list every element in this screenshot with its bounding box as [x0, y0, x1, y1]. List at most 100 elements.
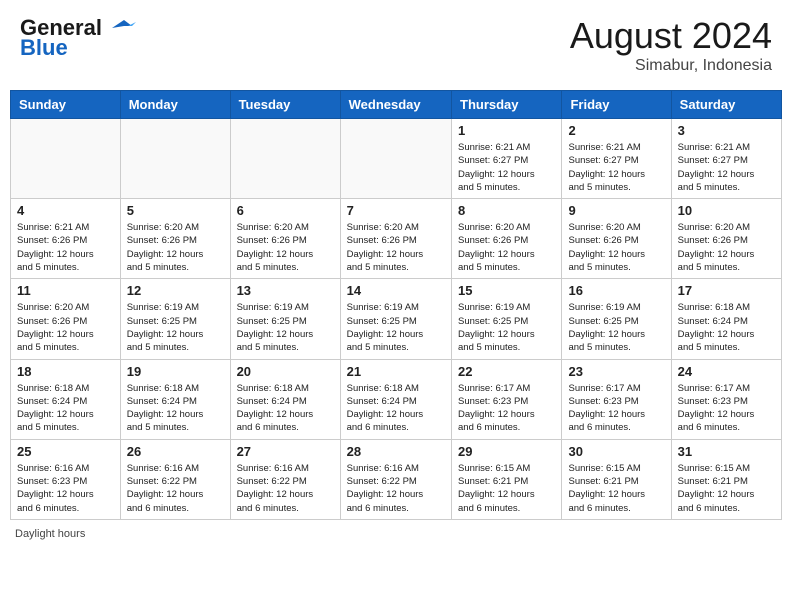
day-info: Sunrise: 6:15 AM Sunset: 6:21 PM Dayligh…: [678, 462, 775, 515]
day-number: 11: [17, 283, 114, 298]
day-number: 3: [678, 123, 775, 138]
day-info: Sunrise: 6:18 AM Sunset: 6:24 PM Dayligh…: [237, 382, 334, 435]
day-info: Sunrise: 6:15 AM Sunset: 6:21 PM Dayligh…: [458, 462, 555, 515]
day-number: 10: [678, 203, 775, 218]
daylight-label: Daylight hours: [15, 528, 85, 540]
calendar-cell: 6 Sunrise: 6:20 AM Sunset: 6:26 PM Daylig…: [230, 199, 340, 279]
logo-blue-text: Blue: [20, 35, 68, 61]
day-number: 28: [347, 444, 445, 459]
day-number: 9: [568, 203, 664, 218]
day-number: 8: [458, 203, 555, 218]
day-number: 7: [347, 203, 445, 218]
day-info: Sunrise: 6:19 AM Sunset: 6:25 PM Dayligh…: [347, 301, 445, 354]
day-info: Sunrise: 6:17 AM Sunset: 6:23 PM Dayligh…: [568, 382, 664, 435]
day-info: Sunrise: 6:20 AM Sunset: 6:26 PM Dayligh…: [678, 221, 775, 274]
calendar-cell: 17 Sunrise: 6:18 AM Sunset: 6:24 PM Dayli…: [671, 279, 781, 359]
calendar-cell: [11, 119, 121, 199]
calendar-header-row: SundayMondayTuesdayWednesdayThursdayFrid…: [11, 91, 782, 119]
day-number: 5: [127, 203, 224, 218]
day-number: 31: [678, 444, 775, 459]
calendar-week-5: 25 Sunrise: 6:16 AM Sunset: 6:23 PM Dayli…: [11, 439, 782, 519]
calendar-cell: 21 Sunrise: 6:18 AM Sunset: 6:24 PM Dayli…: [340, 359, 451, 439]
calendar-cell: 23 Sunrise: 6:17 AM Sunset: 6:23 PM Dayli…: [562, 359, 671, 439]
day-info: Sunrise: 6:16 AM Sunset: 6:23 PM Dayligh…: [17, 462, 114, 515]
calendar-cell: 20Sunrise: 6:18 AM Sunset: 6:24 PM Dayli…: [230, 359, 340, 439]
column-header-monday: Monday: [120, 91, 230, 119]
day-info: Sunrise: 6:19 AM Sunset: 6:25 PM Dayligh…: [127, 301, 224, 354]
day-number: 24: [678, 364, 775, 379]
location-subtitle: Simabur, Indonesia: [570, 57, 772, 75]
day-number: 12: [127, 283, 224, 298]
calendar-week-3: 11 Sunrise: 6:20 AM Sunset: 6:26 PM Dayli…: [11, 279, 782, 359]
day-info: Sunrise: 6:19 AM Sunset: 6:25 PM Dayligh…: [458, 301, 555, 354]
day-info: Sunrise: 6:18 AM Sunset: 6:24 PM Dayligh…: [127, 382, 224, 435]
column-header-sunday: Sunday: [11, 91, 121, 119]
logo: General Blue: [20, 15, 136, 61]
calendar-cell: 27Sunrise: 6:16 AM Sunset: 6:22 PM Dayli…: [230, 439, 340, 519]
calendar-cell: [340, 119, 451, 199]
calendar-cell: 12 Sunrise: 6:19 AM Sunset: 6:25 PM Dayli…: [120, 279, 230, 359]
day-info: Sunrise: 6:20 AM Sunset: 6:26 PM Dayligh…: [127, 221, 224, 274]
calendar-cell: 11 Sunrise: 6:20 AM Sunset: 6:26 PM Dayli…: [11, 279, 121, 359]
calendar-cell: 8 Sunrise: 6:20 AM Sunset: 6:26 PM Daylig…: [452, 199, 562, 279]
calendar-cell: 18 Sunrise: 6:18 AM Sunset: 6:24 PM Dayli…: [11, 359, 121, 439]
day-info: Sunrise: 6:16 AM Sunset: 6:22 PM Dayligh…: [127, 462, 224, 515]
calendar-cell: 24 Sunrise: 6:17 AM Sunset: 6:23 PM Dayli…: [671, 359, 781, 439]
day-number: 4: [17, 203, 114, 218]
calendar-cell: 25 Sunrise: 6:16 AM Sunset: 6:23 PM Dayli…: [11, 439, 121, 519]
calendar-cell: 13Sunrise: 6:19 AM Sunset: 6:25 PM Dayli…: [230, 279, 340, 359]
day-number: 6: [237, 203, 334, 218]
calendar-table: SundayMondayTuesdayWednesdayThursdayFrid…: [10, 90, 782, 520]
calendar-cell: [230, 119, 340, 199]
page-header: General Blue August 2024 Simabur, Indone…: [10, 10, 782, 80]
day-number: 14: [347, 283, 445, 298]
day-info: Sunrise: 6:20 AM Sunset: 6:26 PM Dayligh…: [237, 221, 334, 274]
day-info: Sunrise: 6:20 AM Sunset: 6:26 PM Dayligh…: [458, 221, 555, 274]
day-info: Sunrise: 6:18 AM Sunset: 6:24 PM Dayligh…: [347, 382, 445, 435]
day-info: Sunrise: 6:20 AM Sunset: 6:26 PM Dayligh…: [17, 301, 114, 354]
calendar-cell: 30Sunrise: 6:15 AM Sunset: 6:21 PM Dayli…: [562, 439, 671, 519]
month-year-title: August 2024: [570, 15, 772, 57]
day-number: 29: [458, 444, 555, 459]
day-number: 16: [568, 283, 664, 298]
day-number: 17: [678, 283, 775, 298]
calendar-cell: 2 Sunrise: 6:21 AM Sunset: 6:27 PM Daylig…: [562, 119, 671, 199]
day-number: 1: [458, 123, 555, 138]
calendar-cell: 3 Sunrise: 6:21 AM Sunset: 6:27 PM Daylig…: [671, 119, 781, 199]
day-info: Sunrise: 6:18 AM Sunset: 6:24 PM Dayligh…: [17, 382, 114, 435]
calendar-week-2: 4Sunrise: 6:21 AM Sunset: 6:26 PM Daylig…: [11, 199, 782, 279]
calendar-cell: 31 Sunrise: 6:15 AM Sunset: 6:21 PM Dayli…: [671, 439, 781, 519]
calendar-cell: [120, 119, 230, 199]
day-info: Sunrise: 6:21 AM Sunset: 6:27 PM Dayligh…: [458, 141, 555, 194]
day-info: Sunrise: 6:17 AM Sunset: 6:23 PM Dayligh…: [458, 382, 555, 435]
day-number: 19: [127, 364, 224, 379]
day-number: 18: [17, 364, 114, 379]
day-number: 26: [127, 444, 224, 459]
calendar-cell: 26 Sunrise: 6:16 AM Sunset: 6:22 PM Dayli…: [120, 439, 230, 519]
day-info: Sunrise: 6:18 AM Sunset: 6:24 PM Dayligh…: [678, 301, 775, 354]
day-info: Sunrise: 6:21 AM Sunset: 6:27 PM Dayligh…: [678, 141, 775, 194]
title-block: August 2024 Simabur, Indonesia: [570, 15, 772, 75]
calendar-cell: 22Sunrise: 6:17 AM Sunset: 6:23 PM Dayli…: [452, 359, 562, 439]
calendar-cell: 7Sunrise: 6:20 AM Sunset: 6:26 PM Daylig…: [340, 199, 451, 279]
calendar-cell: 9 Sunrise: 6:20 AM Sunset: 6:26 PM Daylig…: [562, 199, 671, 279]
day-info: Sunrise: 6:20 AM Sunset: 6:26 PM Dayligh…: [568, 221, 664, 274]
column-header-thursday: Thursday: [452, 91, 562, 119]
day-number: 15: [458, 283, 555, 298]
day-info: Sunrise: 6:17 AM Sunset: 6:23 PM Dayligh…: [678, 382, 775, 435]
day-number: 2: [568, 123, 664, 138]
calendar-cell: 19 Sunrise: 6:18 AM Sunset: 6:24 PM Dayli…: [120, 359, 230, 439]
day-number: 21: [347, 364, 445, 379]
day-info: Sunrise: 6:16 AM Sunset: 6:22 PM Dayligh…: [237, 462, 334, 515]
day-number: 13: [237, 283, 334, 298]
calendar-cell: 14 Sunrise: 6:19 AM Sunset: 6:25 PM Dayli…: [340, 279, 451, 359]
day-number: 25: [17, 444, 114, 459]
column-header-tuesday: Tuesday: [230, 91, 340, 119]
calendar-cell: 1 Sunrise: 6:21 AM Sunset: 6:27 PM Daylig…: [452, 119, 562, 199]
calendar-week-1: 1 Sunrise: 6:21 AM Sunset: 6:27 PM Daylig…: [11, 119, 782, 199]
day-number: 23: [568, 364, 664, 379]
column-header-wednesday: Wednesday: [340, 91, 451, 119]
day-info: Sunrise: 6:21 AM Sunset: 6:27 PM Dayligh…: [568, 141, 664, 194]
day-info: Sunrise: 6:19 AM Sunset: 6:25 PM Dayligh…: [568, 301, 664, 354]
day-info: Sunrise: 6:16 AM Sunset: 6:22 PM Dayligh…: [347, 462, 445, 515]
